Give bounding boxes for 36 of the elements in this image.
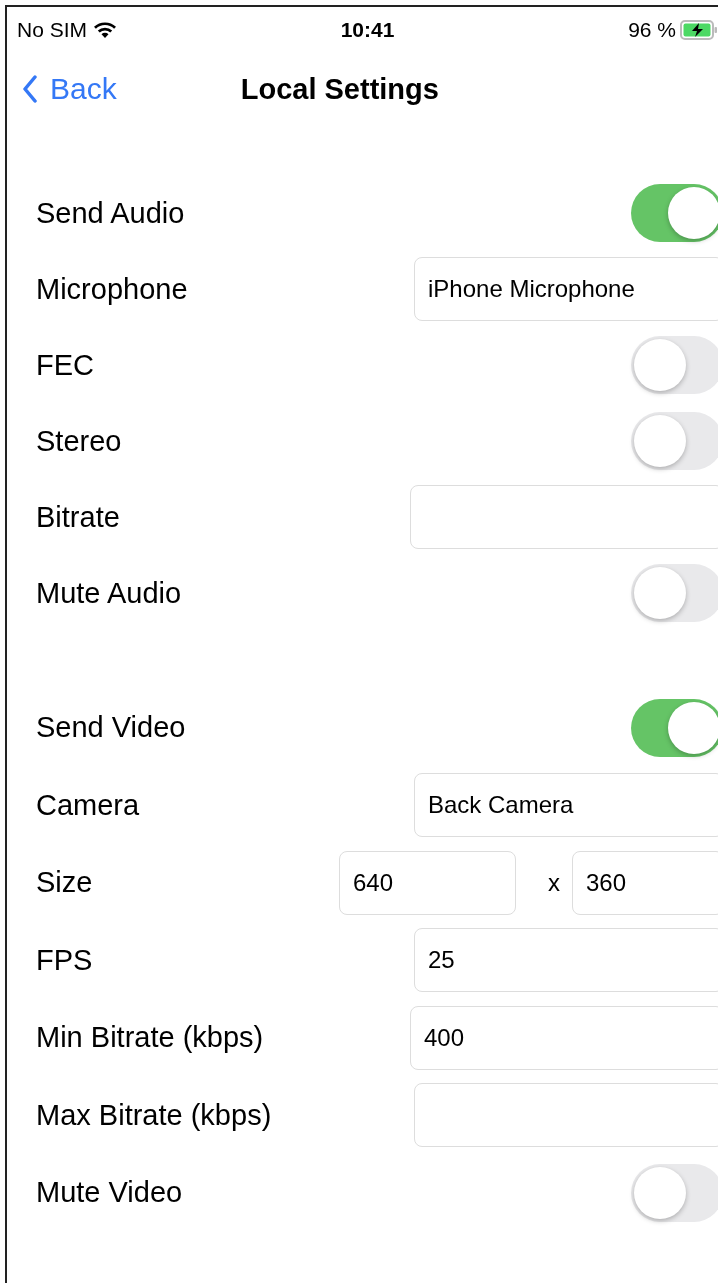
setting-label: Camera <box>36 788 140 822</box>
setting-label: Mute Audio <box>36 576 182 610</box>
setting-label: Stereo <box>36 424 122 458</box>
size-separator: x <box>548 868 560 897</box>
toggle-switch[interactable] <box>631 336 718 394</box>
width-field[interactable]: 640 <box>339 850 516 915</box>
setting-label: FEC <box>36 348 94 382</box>
setting-label: Bitrate <box>36 500 120 534</box>
setting-label: Mute Video <box>36 1176 183 1210</box>
battery-percent: 96 % <box>628 18 676 42</box>
setting-label: Send Audio <box>36 196 185 230</box>
setting-label: Size <box>36 866 93 900</box>
input-field[interactable]: 25 <box>414 928 718 993</box>
input-field[interactable]: Back Camera <box>414 773 718 838</box>
toggle-switch[interactable] <box>631 412 718 470</box>
chevron-left-icon <box>22 75 38 103</box>
clock-time: 10:41 <box>340 18 395 42</box>
setting-label: Microphone <box>36 272 188 306</box>
setting-label: Send Video <box>36 711 186 745</box>
toggle-switch[interactable] <box>631 184 718 242</box>
height-field[interactable]: 360 <box>572 850 718 915</box>
toggle-switch[interactable] <box>631 698 718 757</box>
back-button[interactable]: Back <box>7 72 117 106</box>
wifi-icon <box>93 21 117 39</box>
input-field[interactable] <box>410 485 718 549</box>
screen-title: Local Settings <box>240 72 439 106</box>
toggle-switch[interactable] <box>631 1163 718 1222</box>
setting-label: Max Bitrate (kbps) <box>36 1098 272 1132</box>
input-field[interactable]: 400 <box>410 1005 718 1070</box>
input-field[interactable] <box>414 1083 718 1148</box>
input-field[interactable]: iPhone Microphone <box>414 257 718 321</box>
setting-label: Min Bitrate (kbps) <box>36 1021 264 1055</box>
setting-label: FPS <box>36 943 93 977</box>
battery-charging-icon <box>680 20 718 40</box>
toggle-switch[interactable] <box>631 564 718 622</box>
carrier-label: No SIM <box>17 18 87 42</box>
